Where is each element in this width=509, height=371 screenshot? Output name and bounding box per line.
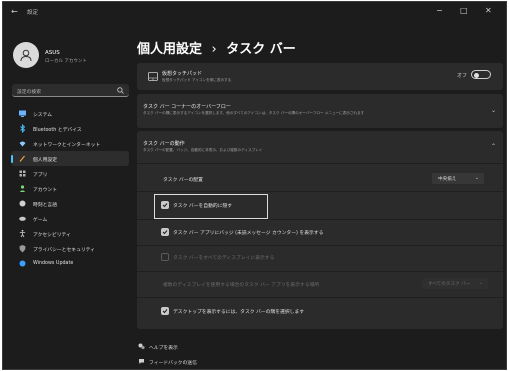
behavior-title: タスク バーの動作 (143, 141, 185, 147)
sidebar-item-label: アカウント (33, 187, 57, 193)
all-displays-label: タスク バーをすべてのディスプレイに表示する (173, 256, 275, 261)
behavior-card: タスク バーの動作 タスク バーの配置、バッジ、自動的に非表示、および複数のディ… (137, 131, 503, 329)
chevron-down-icon[interactable]: ⌄ (491, 107, 496, 114)
apps-icon (19, 170, 26, 177)
divider (137, 163, 503, 164)
sidebar-item-bluetooth[interactable]: Bluetooth とデバイス (11, 121, 129, 136)
sidebar-item-accessibility[interactable]: アクセシビリティ (11, 226, 129, 241)
sidebar-item-label: アプリ (33, 172, 48, 178)
sidebar-item-label: プライバシーとセキュリティ (33, 247, 95, 253)
touchpad-card: 仮想タッチパッド 仮想タッチパッド アイコンを常に表示する オフ (137, 63, 503, 90)
search-icon (117, 87, 124, 94)
close-button[interactable]: ✕ (485, 6, 492, 15)
app-title: 設定 (27, 10, 39, 16)
sidebar-item-label: 時刻と言語 (33, 202, 57, 208)
maximize-button[interactable]: □ (460, 6, 468, 15)
sidebar-item-system[interactable]: システム (11, 106, 129, 121)
sidebar-item-label: ネットワークとインターネット (33, 142, 101, 148)
breadcrumb-current: タスク バー (226, 42, 296, 57)
sidebar-item-label: システム (33, 112, 53, 118)
accessibility-icon (19, 229, 26, 238)
wifi-icon (19, 141, 26, 147)
bluetooth-icon (20, 124, 26, 133)
divider (137, 297, 503, 298)
chevron-up-icon[interactable]: ⌃ (491, 143, 496, 150)
sidebar-item-time-language[interactable]: 時刻と言語 (11, 196, 129, 211)
overflow-title: タスク バー コーナーのオーバーフロー (143, 104, 231, 110)
divider (137, 271, 503, 272)
breadcrumb-parent[interactable]: 個人用設定 (137, 42, 202, 57)
divider (137, 219, 503, 220)
chevron-down-icon: ⌄ (474, 175, 479, 181)
search-box[interactable]: 設定の検索 (12, 84, 129, 97)
divider (137, 245, 503, 246)
breadcrumb-separator: › (211, 42, 217, 57)
desktop-corner-checkbox[interactable] (161, 307, 169, 315)
toggle-knob (474, 72, 479, 78)
feedback-link[interactable]: フィードバックの送信 (149, 359, 197, 366)
settings-window: ← 設定 − □ ✕ ASUS ローカル アカウント 設定の検索 システム Bl… (2, 1, 507, 370)
sidebar-item-apps[interactable]: アプリ (11, 166, 129, 181)
overflow-card[interactable]: タスク バー コーナーのオーバーフロー タスク バーの隅に表示するアイコンを選択… (137, 94, 503, 128)
sidebar-item-label: アクセシビリティ (33, 232, 71, 238)
shield-icon (19, 245, 26, 253)
sidebar-item-windows-update[interactable]: Windows Update (11, 256, 129, 271)
chevron-down-icon: ⌄ (478, 280, 483, 286)
multi-display-value: すべてのタスク バー (428, 282, 471, 287)
focus-highlight (154, 194, 268, 219)
alignment-value: 中央揃え (438, 177, 457, 182)
touchpad-title: 仮想タッチパッド (162, 71, 203, 77)
page-title: 個人用設定 › タスク バー (137, 38, 296, 57)
user-name: ASUS (45, 50, 60, 56)
user-role: ローカル アカウント (45, 59, 87, 64)
sidebar-item-privacy[interactable]: プライバシーとセキュリティ (11, 241, 129, 256)
overflow-desc: タスク バーの隅に表示するアイコンを選択します。他のすべてのアイコンは、タスク … (143, 111, 365, 115)
sidebar-item-personalization[interactable]: 個人用設定 (11, 151, 129, 166)
multi-display-dropdown[interactable]: すべてのタスク バー ⌄ (422, 278, 488, 289)
pen-icon (19, 155, 25, 162)
sidebar-item-label: Windows Update (33, 260, 74, 266)
touchpad-desc: 仮想タッチパッド アイコンを常に表示する (162, 78, 232, 82)
sidebar-item-label: Bluetooth とデバイス (33, 127, 82, 133)
search-input[interactable]: 設定の検索 (17, 88, 41, 95)
gamepad-icon (19, 216, 26, 221)
minimize-button[interactable]: − (436, 6, 443, 15)
feedback-icon (139, 359, 144, 364)
all-displays-checkbox[interactable] (161, 253, 169, 261)
multi-display-label: 複数のディスプレイを使用する場合のタスク バー アプリを表示する場所 (163, 283, 320, 288)
badges-checkbox[interactable] (161, 228, 169, 236)
badges-label[interactable]: タスク バー アプリにバッジ (未読メッセージ カウンター) を表示する (173, 229, 323, 236)
active-indicator (11, 155, 13, 163)
sidebar-item-label: ゲーム (33, 217, 48, 223)
globe-clock-icon (19, 200, 26, 207)
desktop-corner-label[interactable]: デスクトップを表示するには、タスク バーの隅を選択します (173, 308, 304, 315)
divider (137, 191, 503, 192)
back-button[interactable]: ← (11, 7, 18, 16)
user-silhouette-icon (20, 49, 32, 62)
help-icon (138, 343, 145, 350)
sidebar-item-label: 個人用設定 (33, 157, 57, 163)
alignment-label: タスク バーの配置 (163, 178, 203, 183)
update-icon (19, 260, 26, 267)
avatar (13, 42, 39, 68)
touchpad-toggle[interactable] (471, 70, 491, 79)
check-icon (162, 309, 168, 314)
sidebar-item-accounts[interactable]: アカウント (11, 181, 129, 196)
person-icon (19, 185, 26, 192)
sidebar-item-gaming[interactable]: ゲーム (11, 211, 129, 226)
alignment-dropdown[interactable]: 中央揃え ⌄ (432, 173, 484, 184)
touchpad-toggle-label: オフ (457, 73, 468, 79)
sidebar-item-network[interactable]: ネットワークとインターネット (11, 136, 129, 151)
help-link[interactable]: ヘルプを表示 (149, 344, 178, 351)
touchpad-icon (148, 72, 158, 81)
behavior-desc: タスク バーの配置、バッジ、自動的に非表示、および複数のディスプレイ (143, 148, 263, 152)
title-bar: ← 設定 − □ ✕ (3, 2, 506, 22)
monitor-icon (19, 110, 26, 117)
check-icon (162, 230, 168, 235)
